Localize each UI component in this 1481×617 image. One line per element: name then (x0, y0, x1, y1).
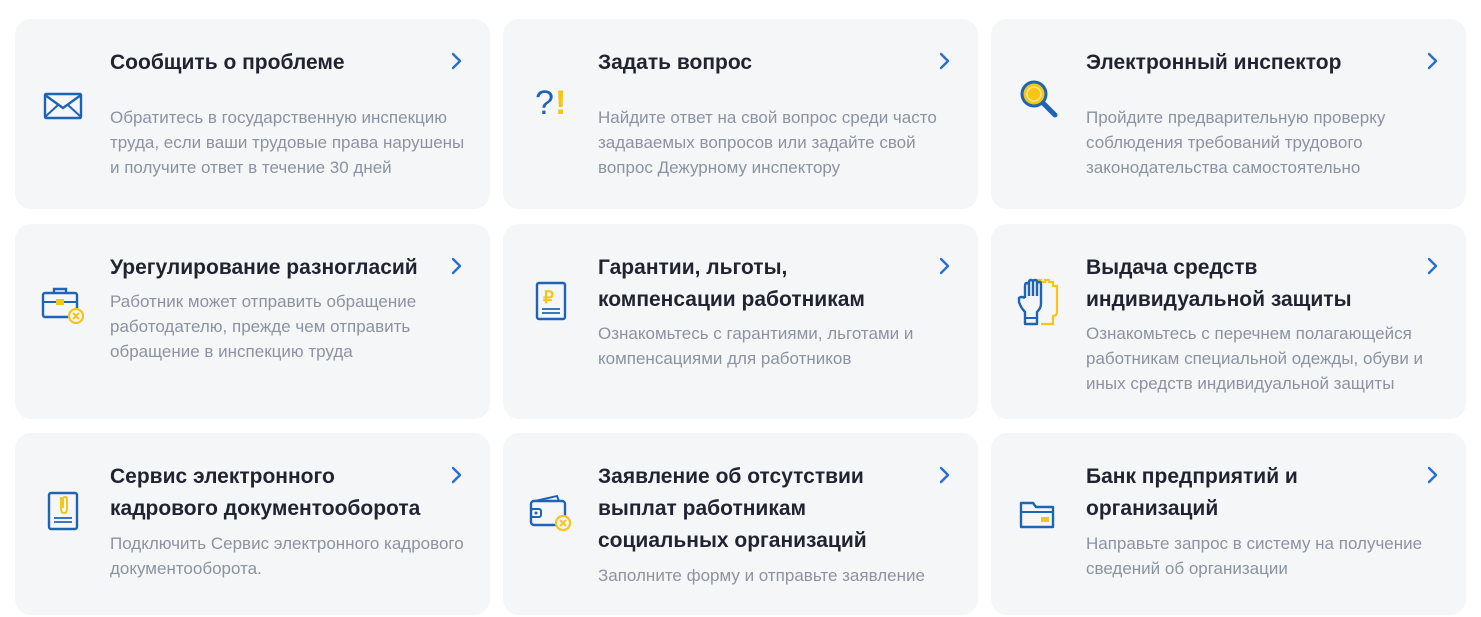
card-description: Ознакомьтесь с гарантиями, льготами и ко… (598, 324, 914, 368)
card-title: Электронный инспектор (1086, 51, 1342, 74)
chevron-right-icon[interactable] (448, 51, 466, 71)
card-description: Ознакомьтесь с перечнем полагающейся раб… (1086, 324, 1424, 393)
folder-icon (1017, 493, 1061, 537)
card-title: Задать вопрос (598, 51, 753, 74)
ruble-document-icon: ₽ (529, 280, 573, 324)
gloves-icon (1017, 278, 1061, 326)
card-protective-equipment[interactable]: Выдача средств индивидуальной защиты Озн… (991, 224, 1466, 419)
card-title: Сообщить о проблеме (110, 51, 345, 74)
chevron-right-icon[interactable] (1424, 51, 1442, 71)
briefcase-icon (41, 282, 85, 326)
envelope-icon (41, 84, 85, 128)
card-title: Заявление об отсутствии выплат работника… (598, 465, 867, 552)
chevron-right-icon[interactable] (936, 51, 954, 71)
chevron-right-icon[interactable] (1424, 256, 1442, 276)
card-guarantees[interactable]: ₽ Гарантии, льготы, компенсации работник… (503, 224, 978, 419)
chevron-right-icon[interactable] (936, 256, 954, 276)
card-title: Выдача средств индивидуальной защиты (1086, 256, 1352, 311)
svg-text:?: ? (535, 84, 554, 121)
clip-document-icon (41, 489, 85, 533)
magnifier-icon (1017, 77, 1061, 121)
card-title: Гарантии, льготы, компенсации работникам (598, 256, 865, 311)
card-electronic-inspector[interactable]: Электронный инспектор Пройдите предварит… (991, 19, 1466, 209)
chevron-right-icon[interactable] (936, 465, 954, 485)
card-hr-document-service[interactable]: Сервис электронного кадрового документоо… (15, 433, 490, 615)
card-description: Найдите ответ на свой вопрос среди часто… (598, 108, 937, 177)
card-ask-question[interactable]: ? ! Задать вопрос Найдите ответ на свой … (503, 19, 978, 209)
card-description: Работник может отправить обращение работ… (110, 292, 417, 361)
card-description: Обратитесь в государственную инспекцию т… (110, 108, 465, 177)
card-enterprise-bank[interactable]: Банк предприятий и организаций Направьте… (991, 433, 1466, 615)
svg-text:!: ! (555, 84, 566, 121)
chevron-right-icon[interactable] (448, 465, 466, 485)
svg-text:₽: ₽ (543, 288, 554, 307)
card-no-payments-statement[interactable]: Заявление об отсутствии выплат работника… (503, 433, 978, 615)
card-description: Направьте запрос в систему на получение … (1086, 534, 1423, 578)
card-title: Сервис электронного кадрового документоо… (110, 465, 421, 520)
card-title: Урегулирование разногласий (110, 256, 418, 279)
card-description: Пройдите предварительную проверку соблюд… (1086, 108, 1386, 177)
card-report-problem[interactable]: Сообщить о проблеме Обратитесь в государ… (15, 19, 490, 209)
wallet-icon (529, 491, 573, 535)
card-description: Подключить Сервис электронного кадрового… (110, 534, 464, 578)
card-title: Банк предприятий и организаций (1086, 465, 1298, 520)
chevron-right-icon[interactable] (1424, 465, 1442, 485)
question-exclamation-icon: ? ! (529, 79, 573, 123)
card-dispute-resolution[interactable]: Урегулирование разногласий Работник може… (15, 224, 490, 419)
card-description: Заполните форму и отправьте заявление (598, 566, 925, 585)
services-grid: Сообщить о проблеме Обратитесь в государ… (0, 0, 1481, 617)
chevron-right-icon[interactable] (448, 256, 466, 276)
